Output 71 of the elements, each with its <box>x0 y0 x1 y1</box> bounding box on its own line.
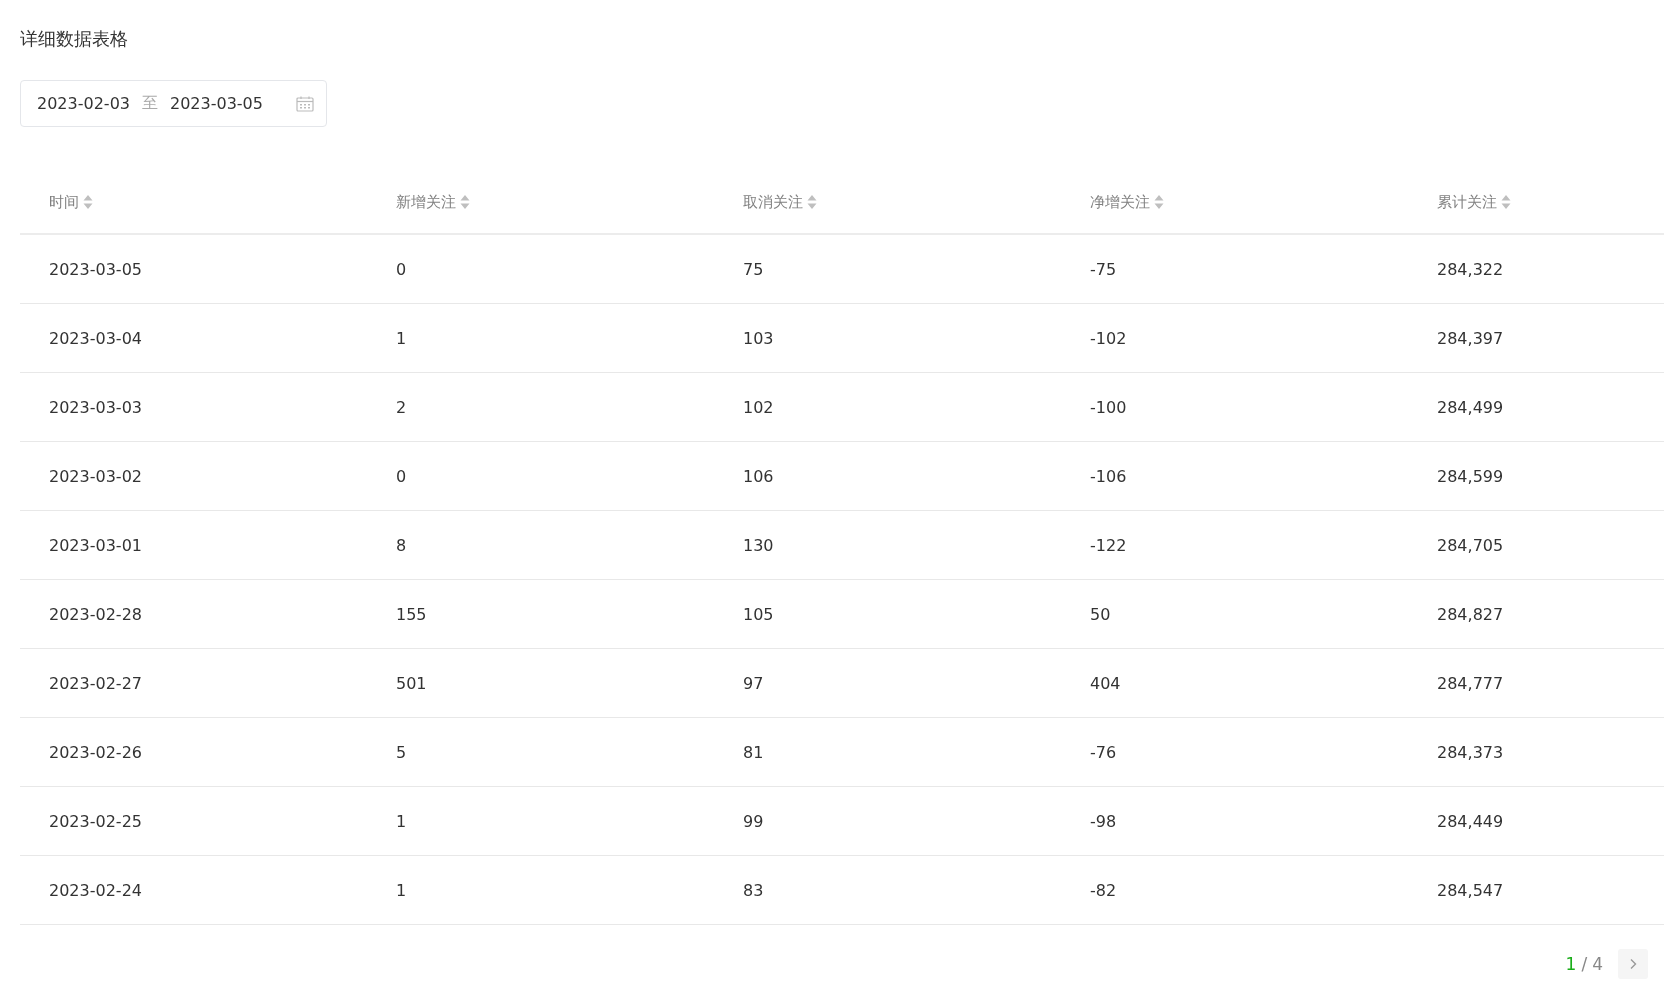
table-cell: 106 <box>743 466 774 486</box>
table-cell: -98 <box>1090 811 1117 831</box>
table-cell: 2 <box>396 397 407 417</box>
table-cell: 284,547 <box>1437 880 1504 900</box>
table-cell: 2023-03-04 <box>49 328 142 348</box>
column-header[interactable]: 取消关注 <box>743 192 803 212</box>
end-date: 2023-03-05 <box>170 94 263 113</box>
table-cell: -102 <box>1090 328 1127 348</box>
column-header[interactable]: 时间 <box>49 192 79 212</box>
table-cell: 50 <box>1090 604 1111 624</box>
table-cell: 501 <box>396 673 427 693</box>
table-cell: -100 <box>1090 397 1127 417</box>
sort-icon[interactable] <box>460 194 470 210</box>
next-page-button[interactable] <box>1618 949 1648 979</box>
table-cell: 0 <box>396 466 407 486</box>
page-separator: / <box>1581 954 1588 974</box>
current-page: 1 <box>1565 954 1577 974</box>
table-cell: 2023-03-03 <box>49 397 142 417</box>
table-cell: -106 <box>1090 466 1127 486</box>
table-cell: -122 <box>1090 535 1127 555</box>
table-cell: 404 <box>1090 673 1121 693</box>
table-cell: 2023-02-26 <box>49 742 142 762</box>
table-cell: 97 <box>743 673 764 693</box>
table-cell: 284,373 <box>1437 742 1504 762</box>
calendar-icon <box>296 95 314 112</box>
table-cell: 284,599 <box>1437 466 1504 486</box>
table-cell: 284,777 <box>1437 673 1504 693</box>
table-cell: 2023-02-27 <box>49 673 142 693</box>
table-cell: 2023-03-02 <box>49 466 142 486</box>
table-cell: 2023-03-05 <box>49 259 142 279</box>
start-date: 2023-02-03 <box>37 94 130 113</box>
table-cell: 75 <box>743 259 764 279</box>
section-title: 详细数据表格 <box>20 27 128 51</box>
table-cell: 83 <box>743 880 764 900</box>
table-cell: 1 <box>396 880 407 900</box>
table-cell: 102 <box>743 397 774 417</box>
table-cell: 1 <box>396 328 407 348</box>
table-cell: 284,397 <box>1437 328 1504 348</box>
table-cell: -76 <box>1090 742 1117 762</box>
table-cell: 1 <box>396 811 407 831</box>
column-header[interactable]: 净增关注 <box>1090 192 1150 212</box>
table-cell: 284,322 <box>1437 259 1504 279</box>
table-cell: 103 <box>743 328 774 348</box>
sort-icon[interactable] <box>1501 194 1511 210</box>
table-cell: -75 <box>1090 259 1117 279</box>
range-separator: 至 <box>142 93 158 114</box>
table-cell: 2023-02-24 <box>49 880 142 900</box>
table-cell: 5 <box>396 742 407 762</box>
table-cell: 81 <box>743 742 764 762</box>
table-cell: 130 <box>743 535 774 555</box>
table-cell: 284,449 <box>1437 811 1504 831</box>
table-cell: 155 <box>396 604 427 624</box>
table-cell: 8 <box>396 535 407 555</box>
table-cell: 284,499 <box>1437 397 1504 417</box>
column-header[interactable]: 累计关注 <box>1437 192 1497 212</box>
table-cell: 105 <box>743 604 774 624</box>
table-cell: 99 <box>743 811 764 831</box>
table-cell: 284,705 <box>1437 535 1504 555</box>
table-cell: 2023-02-25 <box>49 811 142 831</box>
column-header[interactable]: 新增关注 <box>396 192 456 212</box>
table-cell: 2023-02-28 <box>49 604 142 624</box>
table-cell: 284,827 <box>1437 604 1504 624</box>
date-range-picker[interactable]: 2023-02-03 至 2023-03-05 <box>20 80 327 127</box>
sort-icon[interactable] <box>1154 194 1164 210</box>
table-cell: -82 <box>1090 880 1117 900</box>
chevron-right-icon <box>1629 958 1637 970</box>
total-pages: 4 <box>1592 954 1603 974</box>
table-cell: 0 <box>396 259 407 279</box>
sort-icon[interactable] <box>83 194 93 210</box>
sort-icon[interactable] <box>807 194 817 210</box>
table-cell: 2023-03-01 <box>49 535 142 555</box>
